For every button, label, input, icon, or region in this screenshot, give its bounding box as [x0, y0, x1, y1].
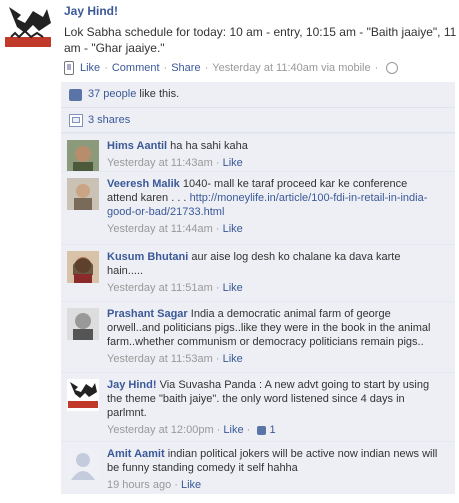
- globe-icon: [386, 62, 399, 74]
- comment-like-link[interactable]: Like: [223, 353, 243, 365]
- commenter-avatar[interactable]: [67, 140, 99, 172]
- comment-text: the theme "baith jaiye". the only word l…: [107, 393, 405, 405]
- commenter-name[interactable]: Jay Hind!: [107, 379, 157, 391]
- commenter-avatar[interactable]: [67, 308, 99, 340]
- commenter-name[interactable]: Hims Aantil: [107, 140, 167, 152]
- comment-like-link[interactable]: Like: [223, 282, 243, 294]
- post-actions: Like · Comment · Share · Yesterday at 11…: [64, 61, 399, 75]
- comment-time[interactable]: Yesterday at 11:51am: [107, 282, 213, 294]
- post-timestamp[interactable]: Yesterday at 11:40am via mobile: [212, 62, 370, 74]
- comment-time[interactable]: Yesterday at 11:53am: [107, 353, 213, 365]
- comment-text: 1040- mall ke taraf proceed kar ke confe…: [182, 178, 408, 190]
- comment-text: be funny standing comedy it self hahha: [107, 462, 298, 474]
- commenter-name[interactable]: Amit Aamit: [107, 448, 165, 460]
- commenter-avatar[interactable]: [67, 379, 99, 411]
- post-text: Lok Sabha schedule for today: 10 am - en…: [64, 24, 459, 56]
- comment-time[interactable]: Yesterday at 11:44am: [107, 223, 213, 235]
- post-author[interactable]: Jay Hind!: [64, 4, 118, 18]
- shares-icon: [69, 114, 83, 127]
- comment-text: indian political jokers will be active n…: [167, 448, 438, 460]
- commenter-avatar[interactable]: [67, 448, 99, 480]
- comment-text: Via Suvasha Panda : A new advt going to …: [159, 379, 430, 391]
- comment: Amit Aamit indian political jokers will …: [61, 441, 455, 494]
- comment-text: hain.....: [107, 265, 144, 277]
- likes-row: 37 people like this.: [61, 82, 455, 108]
- comment-text: attend karen . . .: [107, 192, 187, 204]
- comment-time[interactable]: Yesterday at 12:00pm: [107, 424, 214, 436]
- comment: Prashant Sagar India a democratic animal…: [61, 301, 455, 372]
- like-link[interactable]: Like: [80, 62, 100, 74]
- comment-text: aur aise log desh ko chalane ka dava kar…: [191, 251, 401, 263]
- post-text-line: Lok Sabha schedule for today: 10 am - en…: [64, 25, 457, 39]
- comment-text: orwell..and politicians pigs..like they …: [107, 322, 431, 334]
- comment-like-link[interactable]: Like: [223, 157, 243, 169]
- share-link[interactable]: Share: [171, 62, 200, 74]
- comment: Jay Hind! Via Suvasha Panda : A new advt…: [61, 372, 455, 441]
- comment-text: farm..whether communism or democracy pol…: [107, 336, 424, 348]
- page-avatar[interactable]: [3, 3, 53, 53]
- thumbs-up-icon: [257, 425, 267, 435]
- thumbs-up-icon: [69, 89, 82, 101]
- comment-link[interactable]: Comment: [112, 62, 160, 74]
- comment-url-link[interactable]: good-or-bad/21733.html: [107, 206, 224, 218]
- shares-link[interactable]: 3 shares: [88, 114, 130, 126]
- shares-row: 3 shares: [61, 108, 455, 133]
- commenter-avatar[interactable]: [67, 251, 99, 283]
- comment-url-link[interactable]: http://moneylife.in/article/100-fdi-in-r…: [190, 192, 428, 204]
- comment-like-link[interactable]: Like: [223, 424, 243, 436]
- commenter-avatar[interactable]: [67, 178, 99, 210]
- comment-time[interactable]: Yesterday at 11:43am: [107, 157, 213, 169]
- mobile-icon: [64, 61, 74, 75]
- comment-text: parlmnt.: [107, 407, 147, 419]
- comment-text: India a democratic animal farm of george: [190, 308, 391, 320]
- comment-text: ha ha sahi kaha: [170, 140, 248, 152]
- comment: Hims Aantil ha ha sahi kaha Yesterday at…: [61, 133, 455, 172]
- comment-time[interactable]: 19 hours ago: [107, 479, 171, 491]
- commenter-name[interactable]: Veeresh Malik: [107, 178, 180, 190]
- comment-like-link[interactable]: Like: [181, 479, 201, 491]
- comment-like-count[interactable]: 1: [269, 424, 275, 436]
- likes-suffix: like this.: [139, 88, 180, 100]
- commenter-name[interactable]: Prashant Sagar: [107, 308, 188, 320]
- likes-count-link[interactable]: 37 people: [88, 88, 136, 100]
- commenter-name[interactable]: Kusum Bhutani: [107, 251, 188, 263]
- comment: Kusum Bhutani aur aise log desh ko chala…: [61, 244, 455, 301]
- comment: Veeresh Malik 1040- mall ke taraf procee…: [61, 171, 455, 244]
- post-text-line: am - "Ghar jaaiye.": [64, 41, 165, 55]
- comment-like-link[interactable]: Like: [223, 223, 243, 235]
